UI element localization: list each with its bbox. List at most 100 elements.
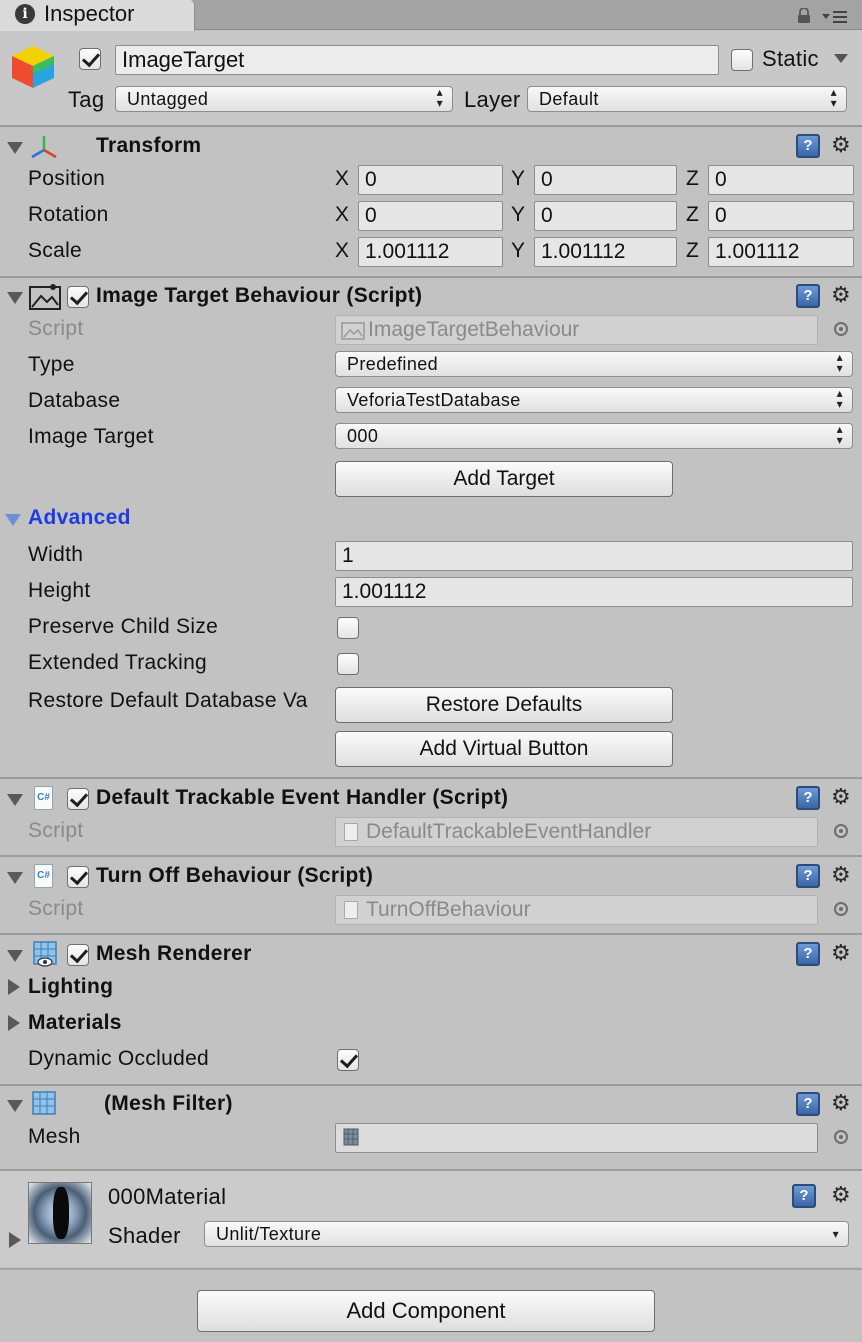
axis-x-label: X [335,203,350,226]
preserve-child-size-checkbox[interactable] [337,617,359,639]
static-dropdown-icon[interactable] [834,54,848,64]
image-target-icon [29,284,61,310]
mesh-field[interactable] [335,1123,818,1153]
help-icon[interactable]: ? [796,284,820,308]
gear-icon[interactable]: ⚙ [831,863,859,887]
help-icon[interactable]: ? [796,864,820,888]
mesh-filter-title: (Mesh Filter) [104,1092,233,1115]
position-x-field[interactable]: 0 [358,165,503,195]
panel-menu-icon[interactable] [822,8,850,24]
mesh-renderer-icon [33,941,57,967]
script-value: TurnOffBehaviour [366,898,531,921]
script-label: Script [28,317,84,340]
rotation-z-field[interactable]: 0 [708,201,854,231]
chevron-down-icon: ▾ [832,1227,839,1241]
add-component-button[interactable]: Add Component [197,1290,655,1332]
gear-icon[interactable]: ⚙ [831,1183,859,1207]
layer-dropdown[interactable]: Default ▴ ▾ [527,86,847,112]
mesh-asset-icon [343,1128,359,1146]
gear-icon[interactable]: ⚙ [831,133,859,157]
script-label: Script [28,819,84,842]
dynamic-occluded-checkbox[interactable] [337,1049,359,1071]
extended-tracking-checkbox[interactable] [337,653,359,675]
mesh-renderer-foldout-icon[interactable] [7,950,23,962]
extended-tracking-label: Extended Tracking [28,651,208,674]
transform-title: Transform [96,134,202,157]
image-target-enabled-toggle[interactable] [67,286,89,308]
image-target-dropdown[interactable]: 000 ▴ ▾ [335,423,853,449]
tab-inspector[interactable]: i Inspector [0,0,195,31]
object-picker-icon[interactable] [834,902,848,916]
tag-dropdown[interactable]: Untagged ▴ ▾ [115,86,453,112]
position-y-field[interactable]: 0 [534,165,677,195]
height-field[interactable]: 1.001112 [335,577,853,607]
lighting-label[interactable]: Lighting [28,975,113,999]
active-toggle[interactable] [79,48,101,70]
mesh-filter-icon [32,1091,56,1115]
axis-x-label: X [335,239,350,262]
image-target-label: Image Target [28,425,154,448]
turn-off-foldout-icon[interactable] [7,872,23,884]
gear-icon[interactable]: ⚙ [831,283,859,307]
add-target-button[interactable]: Add Target [335,461,673,497]
shader-dropdown[interactable]: Unlit/Texture ▾ [204,1221,849,1247]
separator [0,1084,862,1086]
image-target-value: 000 [347,426,379,446]
preserve-child-size-label: Preserve Child Size [28,615,219,638]
mesh-renderer-enabled-toggle[interactable] [67,944,89,966]
gear-icon[interactable]: ⚙ [831,785,859,809]
advanced-label[interactable]: Advanced [28,506,131,530]
layer-label: Layer [464,87,521,112]
image-target-foldout-icon[interactable] [7,292,23,304]
help-icon[interactable]: ? [796,1092,820,1116]
layer-value: Default [539,89,599,109]
scale-label: Scale [28,239,83,262]
default-handler-foldout-icon[interactable] [7,794,23,806]
width-field[interactable]: 1 [335,541,853,571]
advanced-foldout-icon[interactable] [5,514,21,526]
help-icon[interactable]: ? [792,1184,816,1208]
material-foldout-icon[interactable] [9,1232,21,1248]
rotation-y-field[interactable]: 0 [534,201,677,231]
materials-label[interactable]: Materials [28,1011,122,1035]
gear-icon[interactable]: ⚙ [831,941,859,965]
help-icon[interactable]: ? [796,134,820,158]
object-picker-icon[interactable] [834,1130,848,1144]
database-label: Database [28,389,121,412]
default-handler-title: Default Trackable Event Handler (Script) [96,786,509,809]
gear-icon[interactable]: ⚙ [831,1091,859,1115]
rotation-x-field[interactable]: 0 [358,201,503,231]
static-checkbox[interactable] [731,49,753,71]
tag-value: Untagged [127,89,209,109]
add-virtual-button-button[interactable]: Add Virtual Button [335,731,673,767]
object-name-field[interactable]: ImageTarget [115,45,719,75]
script-file-icon [344,901,358,919]
lighting-foldout-icon[interactable] [8,979,20,995]
materials-foldout-icon[interactable] [8,1015,20,1031]
scale-z-field[interactable]: 1.001112 [708,237,854,267]
axis-z-label: Z [686,203,699,226]
lock-icon[interactable] [797,8,811,23]
object-picker-icon[interactable] [834,824,848,838]
script-value: ImageTargetBehaviour [368,318,580,341]
turn-off-enabled-toggle[interactable] [67,866,89,888]
csharp-script-icon: C# [34,864,53,888]
help-icon[interactable]: ? [796,786,820,810]
script-field: DefaultTrackableEventHandler [335,817,818,847]
transform-foldout-icon[interactable] [7,142,23,154]
help-icon[interactable]: ? [796,942,820,966]
type-label: Type [28,353,75,376]
restore-defaults-button[interactable]: Restore Defaults [335,687,673,723]
scale-y-field[interactable]: 1.001112 [534,237,677,267]
mesh-filter-foldout-icon[interactable] [7,1100,23,1112]
default-handler-enabled-toggle[interactable] [67,788,89,810]
scale-x-field[interactable]: 1.001112 [358,237,503,267]
rotation-label: Rotation [28,203,109,226]
script-value: DefaultTrackableEventHandler [366,820,652,843]
type-dropdown[interactable]: Predefined ▴ ▾ [335,351,853,377]
position-z-field[interactable]: 0 [708,165,854,195]
image-target-script-icon [341,322,365,340]
database-dropdown[interactable]: VeforiaTestDatabase ▴ ▾ [335,387,853,413]
object-picker-icon[interactable] [834,322,848,336]
separator [0,276,862,278]
